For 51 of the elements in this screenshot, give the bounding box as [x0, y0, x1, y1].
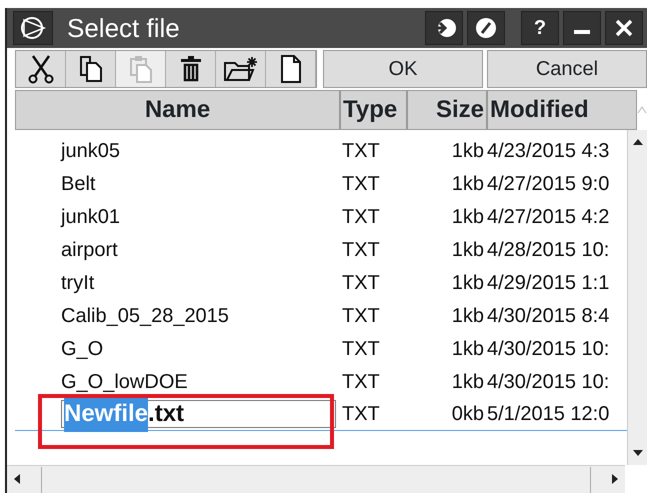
file-name: Calib_05_28_2015: [60, 304, 230, 328]
file-modified: 4/29/2015 1:1: [487, 270, 610, 296]
file-type: TXT: [341, 270, 381, 296]
file-type: TXT: [341, 370, 381, 394]
file-size: 1kb: [450, 304, 485, 328]
file-type: TXT: [341, 204, 381, 230]
file-modified: 4/30/2015 10:: [487, 336, 610, 362]
cancel-button[interactable]: Cancel: [487, 50, 647, 88]
file-name: junk01: [60, 204, 121, 230]
block-icon[interactable]: [467, 11, 505, 45]
file-modified: 4/30/2015 8:4: [487, 304, 610, 328]
file-size: 1kb: [450, 370, 485, 394]
sort-icon: [637, 106, 647, 114]
column-header[interactable]: Size: [407, 90, 487, 130]
file-modified: 4/27/2015 9:0: [487, 172, 610, 196]
ok-button[interactable]: OK: [323, 50, 483, 88]
file-size: 1kb: [450, 270, 485, 296]
file-name: G_O_lowDOE: [60, 370, 189, 394]
file-size: 1kb: [450, 336, 485, 362]
file-name: G_O: [60, 336, 104, 362]
selected-row[interactable]: Newfile.txt TXT 0kb 5/1/2015 12:0: [15, 398, 627, 431]
window-title: Select file: [67, 12, 181, 44]
file-modified: 4/23/2015 4:3: [487, 138, 610, 164]
scrollbar-thumb[interactable]: [41, 466, 591, 492]
file-type: TXT: [341, 402, 381, 427]
file-modified: 4/30/2015 10:: [487, 370, 610, 394]
file-modified: 4/27/2015 4:2: [487, 204, 610, 230]
file-size: 1kb: [450, 204, 485, 230]
file-type: TXT: [341, 172, 381, 196]
file-modified: 5/1/2015 12:0: [487, 402, 610, 427]
file-type: TXT: [341, 138, 381, 164]
file-size: 0kb: [450, 402, 485, 427]
file-name: airport: [60, 238, 119, 262]
app-logo-icon: [13, 11, 53, 45]
file-type: TXT: [341, 336, 381, 362]
column-header[interactable]: Name: [15, 90, 340, 130]
file-name: tryIt: [60, 270, 96, 296]
close-icon[interactable]: [605, 11, 643, 45]
file-size: 1kb: [450, 238, 485, 262]
column-header[interactable]: Modified: [487, 90, 637, 130]
file-type: TXT: [341, 238, 381, 262]
file-name: junk05: [60, 138, 121, 164]
minimize-icon[interactable]: [563, 11, 601, 45]
help-button[interactable]: ?: [521, 11, 559, 45]
file-name: Belt: [60, 172, 96, 196]
file-size: 1kb: [450, 138, 485, 164]
file-size: 1kb: [450, 172, 485, 196]
file-type: TXT: [341, 304, 381, 328]
file-modified: 4/28/2015 10:: [487, 238, 610, 262]
column-header[interactable]: Type: [340, 90, 407, 130]
exit-icon[interactable]: [425, 11, 463, 45]
